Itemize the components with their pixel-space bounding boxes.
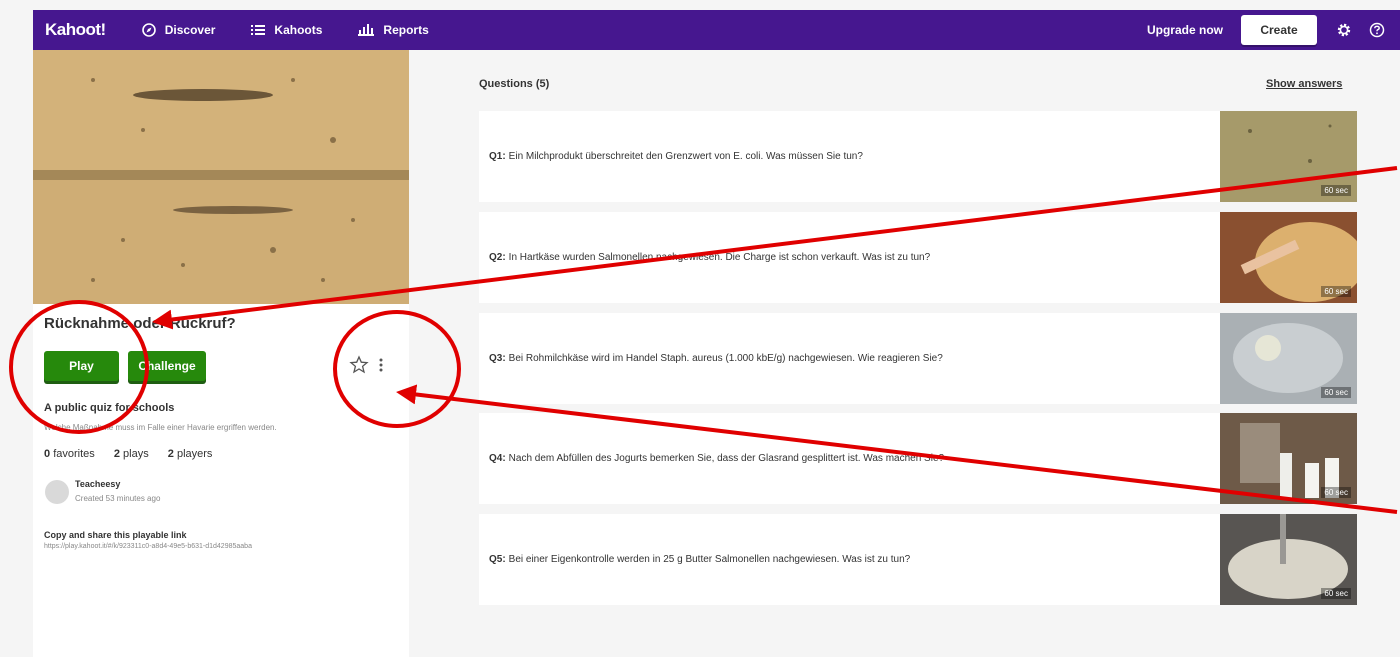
question-card[interactable]: Q1: Ein Milchprodukt überschreitet den Gr… <box>479 111 1357 202</box>
question-number: Q4: <box>489 453 506 464</box>
description-title: A public quiz for schools <box>44 402 175 414</box>
favorites-count: 0 <box>44 448 51 460</box>
challenge-button[interactable]: Challenge <box>128 351 206 381</box>
description-text: Welche Maßnahme muss im Falle einer Hava… <box>44 423 277 432</box>
question-text-row: Q5: Bei einer Eigenkontrolle werden in 25… <box>489 514 910 605</box>
players-label: players <box>176 448 213 460</box>
kahoot-details-panel: Rücknahme oder Rückruf? Play Challenge A… <box>33 50 409 657</box>
share-link[interactable]: https://play.kahoot.it/#/k/923311c0-a8d4… <box>44 543 252 550</box>
question-text: Bei Rohmilchkäse wird im Handel Staph. a… <box>508 353 943 364</box>
author-avatar[interactable] <box>45 480 69 504</box>
question-image: 60 sec <box>1220 212 1357 303</box>
share-label: Copy and share this playable link <box>44 530 187 540</box>
more-options-icon[interactable] <box>376 355 386 375</box>
time-limit-badge: 60 sec <box>1321 387 1351 398</box>
question-text-row: Q2: In Hartkäse wurden Salmonellen nachge… <box>489 212 930 303</box>
compass-icon <box>141 23 156 37</box>
list-icon <box>251 25 266 35</box>
created-time: Created 53 minutes ago <box>75 494 161 503</box>
question-image: 60 sec <box>1220 111 1357 202</box>
question-card[interactable]: Q5: Bei einer Eigenkontrolle werden in 25… <box>479 514 1357 605</box>
question-text: In Hartkäse wurden Salmonellen nachgewie… <box>508 252 931 263</box>
plays-label: plays <box>123 448 149 460</box>
show-answers-link[interactable]: Show answers <box>1266 78 1342 90</box>
time-limit-badge: 60 sec <box>1321 588 1351 599</box>
nav-kahoots-label: Kahoots <box>274 23 323 37</box>
questions-header: Questions (5) <box>479 78 550 90</box>
question-card[interactable]: Q2: In Hartkäse wurden Salmonellen nachge… <box>479 212 1357 303</box>
nav-kahoots[interactable]: Kahoots <box>251 23 322 37</box>
question-number: Q2: <box>489 252 506 263</box>
question-image: 60 sec <box>1220 413 1357 504</box>
question-image: 60 sec <box>1220 514 1357 605</box>
time-limit-badge: 60 sec <box>1321 286 1351 297</box>
nav-discover-label: Discover <box>164 23 216 37</box>
play-button[interactable]: Play <box>44 351 119 381</box>
bar-chart-icon <box>358 24 375 36</box>
gear-icon[interactable] <box>1334 20 1354 40</box>
cover-image <box>33 50 409 304</box>
star-icon[interactable] <box>349 355 369 375</box>
question-text-row: Q4: Nach dem Abfüllen des Jogurts bemerke… <box>489 413 944 504</box>
favorites-stat: 0 favorites <box>44 448 103 460</box>
question-text: Ein Milchprodukt überschreitet den Grenz… <box>508 151 863 162</box>
question-text: Nach dem Abfüllen des Jogurts bemerken S… <box>508 453 945 464</box>
question-number: Q3: <box>489 353 506 364</box>
question-text: Bei einer Eigenkontrolle werden in 25 g … <box>508 554 911 565</box>
question-number: Q1: <box>489 151 506 162</box>
nav-reports-label: Reports <box>383 23 429 37</box>
kahoot-title: Rücknahme oder Rückruf? <box>44 315 236 332</box>
question-text-row: Q3: Bei Rohmilchkäse wird im Handel Staph… <box>489 313 943 404</box>
kahoot-stats: 0 favorites 2 plays 2 players <box>44 448 228 460</box>
kahoot-logo[interactable]: Kahoot! <box>45 20 106 40</box>
nav-discover[interactable]: Discover <box>141 23 216 37</box>
question-text-row: Q1: Ein Milchprodukt überschreitet den Gr… <box>489 111 863 202</box>
players-count: 2 <box>167 448 174 460</box>
question-card[interactable]: Q4: Nach dem Abfüllen des Jogurts bemerke… <box>479 413 1357 504</box>
question-circle-icon[interactable] <box>1367 20 1387 40</box>
upgrade-link[interactable]: Upgrade now <box>1147 23 1223 37</box>
create-button[interactable]: Create <box>1241 15 1317 45</box>
time-limit-badge: 60 sec <box>1321 185 1351 196</box>
question-card[interactable]: Q3: Bei Rohmilchkäse wird im Handel Staph… <box>479 313 1357 404</box>
author-name[interactable]: Teacheesy <box>75 479 120 489</box>
time-limit-badge: 60 sec <box>1321 487 1351 498</box>
nav-reports[interactable]: Reports <box>358 23 429 37</box>
question-number: Q5: <box>489 554 506 565</box>
plays-count: 2 <box>113 448 120 460</box>
question-image: 60 sec <box>1220 313 1357 404</box>
top-nav: Kahoot! Discover Kahoots Reports Upgrade… <box>33 10 1400 50</box>
favorites-label: favorites <box>53 448 95 460</box>
players-stat: 2 players <box>168 448 221 460</box>
plays-stat: 2 plays <box>114 448 157 460</box>
